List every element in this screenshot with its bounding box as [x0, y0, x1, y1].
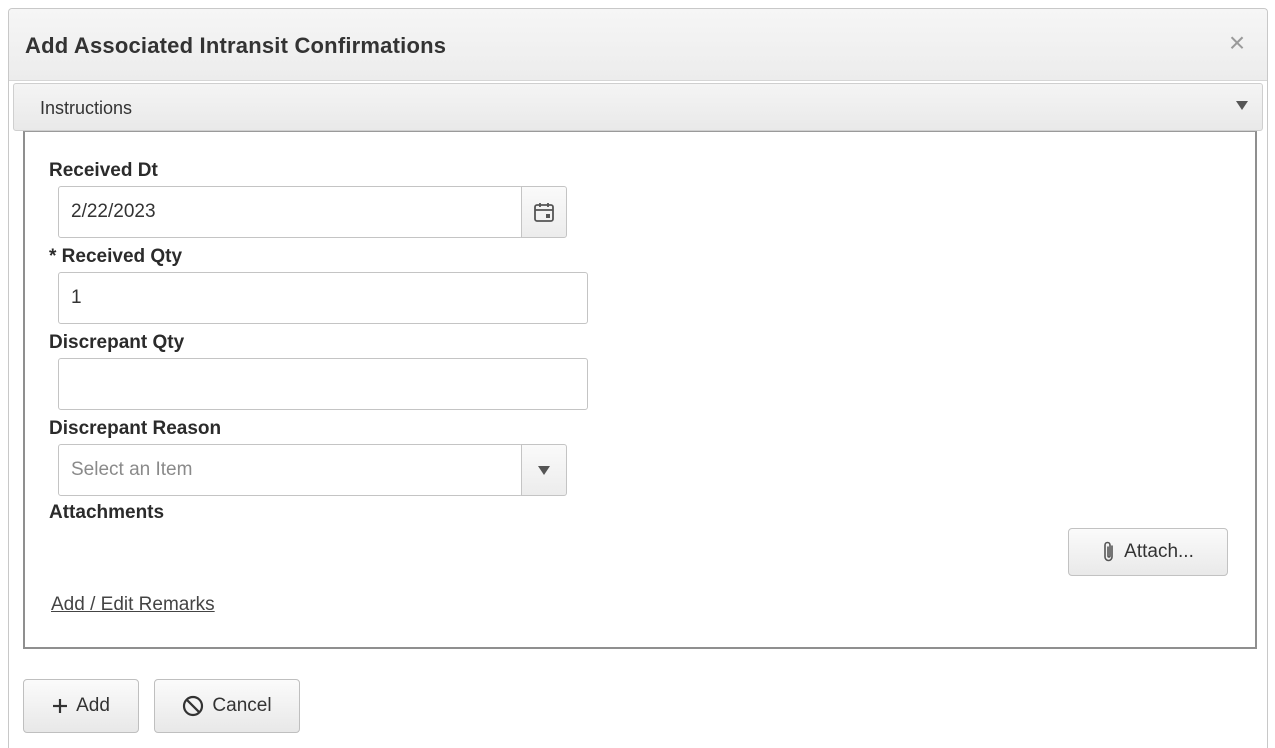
dialog-titlebar: Add Associated Intransit Confirmations × [9, 9, 1267, 81]
cancel-button-label: Cancel [212, 695, 272, 716]
dialog: Add Associated Intransit Confirmations ×… [8, 8, 1268, 748]
discrepant-reason-dropdown-button[interactable] [521, 444, 567, 496]
received-qty-input[interactable] [58, 272, 588, 324]
chevron-down-icon [1236, 101, 1248, 110]
attach-button[interactable]: Attach... [1068, 528, 1228, 576]
received-dt-label: Received Dt [49, 160, 158, 181]
received-qty-label: * Received Qty [49, 246, 183, 267]
ban-icon [183, 695, 204, 717]
form-panel: Received Dt * Received Qty Discrepant Qt… [23, 131, 1257, 649]
discrepant-reason-placeholder: Select an Item [71, 459, 193, 480]
dialog-title: Add Associated Intransit Confirmations [25, 33, 447, 58]
calendar-icon [534, 203, 554, 222]
cancel-button[interactable]: Cancel [154, 679, 300, 733]
instructions-toggle[interactable]: Instructions [13, 83, 1263, 131]
discrepant-qty-input[interactable] [58, 358, 588, 410]
calendar-button[interactable] [521, 186, 567, 238]
chevron-down-icon [538, 465, 550, 475]
attachments-label: Attachments [49, 502, 165, 523]
discrepant-qty-label: Discrepant Qty [49, 332, 185, 353]
discrepant-reason-select[interactable]: Select an Item [58, 444, 523, 496]
instructions-label: Instructions [40, 98, 133, 118]
add-edit-remarks-link[interactable]: Add / Edit Remarks [51, 594, 215, 616]
plus-icon [53, 699, 68, 713]
received-dt-input[interactable] [58, 186, 523, 238]
attach-button-label: Attach... [1124, 541, 1194, 562]
add-button-label: Add [76, 695, 110, 716]
paperclip-icon [1104, 541, 1113, 562]
discrepant-reason-label: Discrepant Reason [49, 418, 222, 439]
add-button[interactable]: Add [23, 679, 139, 733]
close-icon[interactable]: × [1225, 29, 1249, 57]
